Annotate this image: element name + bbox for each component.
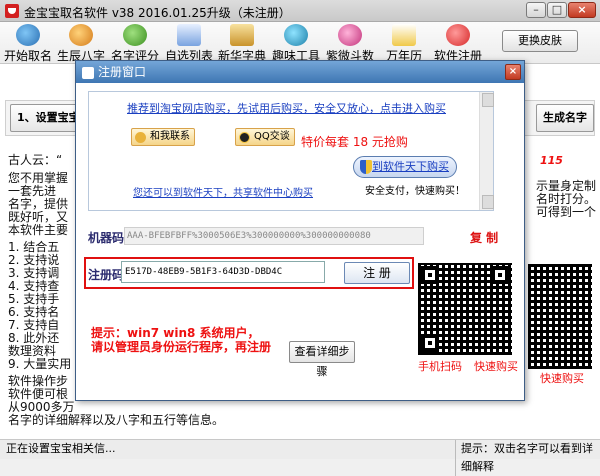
globe-icon: [284, 24, 308, 46]
info-scrollbar[interactable]: [479, 92, 494, 210]
register-dialog: 注册窗口 × 推荐到淘宝网店购买，先试用后购买，安全又放心，点击进入购买 和我联…: [75, 60, 525, 401]
qr-caption-scan: 手机扫码: [418, 360, 462, 373]
toolbar-custom-list[interactable]: 自选列表: [163, 24, 215, 64]
taobao-purchase-link[interactable]: 推荐到淘宝网店购买，先试用后购买，安全又放心，点击进入购买: [127, 100, 446, 116]
toolbar-register[interactable]: 软件注册: [432, 24, 484, 64]
qq-chat-button[interactable]: QQ交谈: [235, 128, 295, 146]
toolbar-start-naming[interactable]: 开始取名: [2, 24, 54, 64]
change-skin-button[interactable]: 更换皮肤: [502, 30, 578, 52]
people-icon: [16, 24, 40, 46]
person-icon: [69, 24, 93, 46]
toolbar-name-score[interactable]: 名字评分: [109, 24, 161, 64]
calendar-icon: [392, 24, 416, 46]
dialog-close-button[interactable]: ×: [505, 64, 521, 80]
shield-icon: [360, 160, 372, 174]
list-icon: [177, 24, 201, 46]
intro-text-right: 示量身定制 名时打分。 可得到一个: [535, 179, 596, 219]
close-button[interactable]: ×: [568, 2, 596, 18]
qr-caption-buy: 快速购买: [474, 360, 518, 373]
generate-names-button[interactable]: 生成名字: [536, 104, 594, 132]
copy-button[interactable]: 复 制: [470, 229, 498, 246]
price-text: 特价每套 18 元抢购: [301, 135, 408, 149]
maximize-button[interactable]: □: [547, 2, 567, 18]
bg-qr-code: [528, 264, 592, 369]
dialog-title: 注册窗口: [98, 65, 147, 79]
view-steps-button[interactable]: 查看详细步骤: [289, 341, 355, 378]
status-bar: 正在设置宝宝相关信... 提示：双击名字可以看到详细解释: [0, 439, 600, 476]
toolbar-calendar[interactable]: 万年历: [378, 24, 430, 64]
dialog-app-icon: [82, 66, 94, 79]
app-logo-icon: [5, 4, 19, 18]
software-center-link[interactable]: 您还可以到软件天下，共享软件中心购买: [133, 184, 313, 199]
minimize-button[interactable]: –: [526, 2, 546, 18]
star-icon: [338, 24, 362, 46]
flower-icon: [446, 24, 470, 46]
person-icon: [123, 24, 147, 46]
admin-warning: 提示：win7 win8 系统用户， 请以管理员身份运行程序，再注册: [91, 326, 272, 354]
dialog-title-bar: 注册窗口 ×: [76, 61, 524, 83]
book-icon: [230, 24, 254, 46]
window-title: 金宝宝取名软件 v38 2016.01.25升级（未注册）: [24, 6, 291, 20]
status-left: 正在设置宝宝相关信...: [6, 442, 116, 455]
toolbar-dictionary[interactable]: 新华字典: [216, 24, 268, 64]
bg-red-number: 115: [540, 154, 563, 167]
contact-me-button[interactable]: 和我联系: [131, 128, 195, 146]
reg-code-input[interactable]: E517D-48EB9-5B1F3-64D3D-DBD4C: [121, 261, 325, 283]
contact-icon: [135, 132, 146, 143]
toolbar-fun-tools[interactable]: 趣味工具: [270, 24, 322, 64]
buy-at-rjtx-button[interactable]: 到软件天下购买: [353, 156, 457, 178]
status-right: 提示：双击名字可以看到详细解释: [455, 440, 600, 476]
machine-code-field: AAA-BFEBFBFF%3000506E3%300000000%3000000…: [124, 227, 424, 245]
secure-payment-caption: 安全支付，快速购买！: [365, 186, 465, 197]
register-button[interactable]: 注 册: [344, 262, 410, 284]
title-bar: 金宝宝取名软件 v38 2016.01.25升级（未注册） – □ ×: [0, 0, 600, 22]
bg-qr-caption: 快速购买: [540, 372, 584, 385]
toolbar-birth-chart[interactable]: 生辰八字: [55, 24, 107, 64]
purchase-info-box: 推荐到淘宝网店购买，先试用后购买，安全又放心，点击进入购买 和我联系 QQ交谈 …: [88, 91, 494, 211]
qq-penguin-icon: [239, 132, 250, 143]
toolbar-ziwei[interactable]: 紫微斗数: [324, 24, 376, 64]
qr-code: [418, 263, 512, 355]
